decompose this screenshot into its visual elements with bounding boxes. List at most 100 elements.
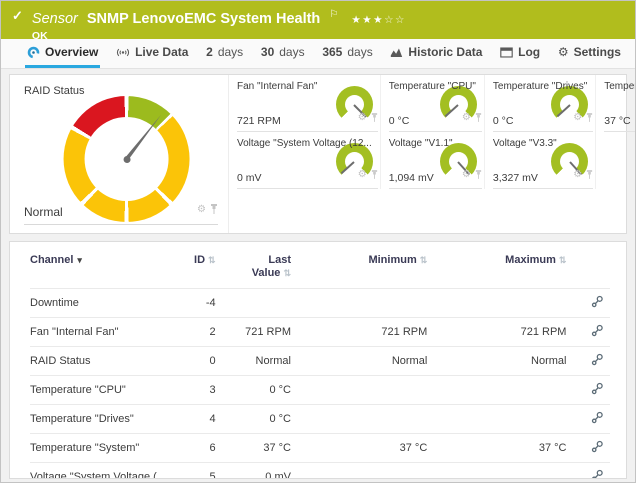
mini-gauge-value: 721 RPM — [237, 115, 281, 127]
tab-live-data[interactable]: Live Data — [114, 39, 190, 68]
maximum-cell — [427, 289, 566, 318]
mini-gauge-tile[interactable]: Fan "Internal Fan" 721 RPM ⚙ — [229, 75, 380, 132]
live-data-icon — [116, 47, 130, 58]
tab-overview[interactable]: Overview — [25, 39, 100, 68]
channel: Temperature "System" — [30, 434, 175, 463]
mini-gauge-title: Temperature "Drives" — [493, 81, 587, 92]
table-row[interactable]: Temperature "CPU"30 °C — [30, 376, 610, 405]
maximum-cell: 721 RPM — [427, 318, 566, 347]
channel: Temperature "Drives" — [30, 405, 175, 434]
gauge-settings-gear-icon[interactable]: ⚙ — [462, 113, 471, 123]
minimum-cell — [291, 463, 427, 480]
channels-table-panel: Channel▾ ID⇅ Last Value⇅ Minimum⇅ Maximu… — [9, 241, 627, 479]
table-row[interactable]: Downtime-4 — [30, 289, 610, 318]
mini-gauge-tile[interactable]: Voltage "System Voltage (12... 0 mV ⚙ — [229, 132, 380, 189]
raid-status-gauge-tile[interactable]: RAID Status Normal ⚙ — [10, 75, 229, 233]
column-header-channel[interactable]: Channel▾ — [30, 242, 175, 289]
table-row[interactable]: Temperature "Drives"40 °C — [30, 405, 610, 434]
tab-label: Settings — [574, 45, 621, 59]
last-value-cell: 37 °C — [216, 434, 291, 463]
gauge-settings-gear-icon[interactable]: ⚙ — [573, 170, 582, 180]
id-cell: 6 — [175, 434, 216, 463]
channel-settings-icon[interactable] — [566, 318, 610, 347]
column-header-minimum[interactable]: Minimum⇅ — [291, 242, 427, 289]
tab-label: Overview — [45, 45, 98, 59]
id-cell: 0 — [175, 347, 216, 376]
priority-stars[interactable]: ★★★☆☆ — [351, 14, 406, 26]
mini-gauge-value: 0 °C — [389, 115, 410, 127]
minimum-cell — [291, 376, 427, 405]
gauge-settings-gear-icon[interactable]: ⚙ — [197, 205, 206, 215]
tab-label: days — [347, 45, 372, 59]
mini-gauge-title: Fan "Internal Fan" — [237, 81, 372, 92]
channels-table: Channel▾ ID⇅ Last Value⇅ Minimum⇅ Maximu… — [30, 242, 610, 479]
tab-settings[interactable]: ⚙ Settings — [556, 39, 623, 68]
mini-gauge-value: 3,327 mV — [493, 172, 538, 184]
tab-label: Historic Data — [408, 45, 482, 59]
table-row[interactable]: RAID Status0NormalNormalNormal — [30, 347, 610, 376]
gauge-settings-gear-icon[interactable]: ⚙ — [462, 170, 471, 180]
settings-gear-icon: ⚙ — [558, 46, 569, 58]
maximum-cell — [427, 405, 566, 434]
table-row[interactable]: Voltage "System Voltage (...50 mV — [30, 463, 610, 480]
minimum-cell — [291, 405, 427, 434]
channel-settings-icon[interactable] — [566, 405, 610, 434]
maximum-cell: Normal — [427, 347, 566, 376]
tab-2-days[interactable]: 2 days — [204, 39, 245, 68]
tab-label: Log — [518, 45, 540, 59]
status-check-icon: ✓ — [12, 8, 23, 39]
mini-gauge-title: Voltage "System Voltage (12... — [237, 138, 372, 149]
mini-gauge-value: 0 mV — [237, 172, 262, 184]
channel-settings-icon[interactable] — [566, 376, 610, 405]
table-row[interactable]: Fan "Internal Fan"2721 RPM721 RPM721 RPM — [30, 318, 610, 347]
sensor-overview-page: ✓ Sensor SNMP LenovoEMC System Health ⚐ … — [0, 0, 636, 483]
mini-gauge-title: Voltage "V3.3" — [493, 138, 587, 149]
mini-gauge-tile[interactable]: Temperature "Drives" 0 °C ⚙ — [484, 75, 595, 132]
page-title: SNMP LenovoEMC System Health — [87, 11, 320, 27]
gauge-settings-gear-icon[interactable]: ⚙ — [573, 113, 582, 123]
raid-gauge-hub — [123, 156, 130, 163]
gauge-pin-icon[interactable] — [586, 109, 593, 127]
id-cell: 2 — [175, 318, 216, 347]
gauge-pin-icon[interactable] — [210, 201, 218, 219]
mini-gauge-tile[interactable]: Temperature "System" 37 °C ⚙ — [595, 75, 636, 132]
tab-historic-data[interactable]: Historic Data — [388, 39, 484, 68]
minimum-cell — [291, 289, 427, 318]
gauge-settings-gear-icon[interactable]: ⚙ — [358, 113, 367, 123]
channel-settings-icon[interactable] — [566, 289, 610, 318]
column-header-maximum[interactable]: Maximum⇅ — [427, 242, 566, 289]
tab-log[interactable]: Log — [498, 39, 542, 68]
gauge-pin-icon[interactable] — [586, 166, 593, 184]
column-header-last-value[interactable]: Last Value⇅ — [216, 242, 291, 289]
mini-gauge-tile[interactable]: Voltage "V3.3" 3,327 mV ⚙ — [484, 132, 595, 189]
mini-gauge-value: 37 °C — [604, 115, 630, 127]
id-cell: 5 — [175, 463, 216, 480]
channel-settings-icon[interactable] — [566, 347, 610, 376]
gauge-pin-icon[interactable] — [475, 109, 482, 127]
mini-gauge-tile[interactable]: Voltage "V1.1" 1,094 mV ⚙ — [380, 132, 484, 189]
id-cell: 3 — [175, 376, 216, 405]
last-value-cell: 0 °C — [216, 405, 291, 434]
mini-gauge-tile[interactable]: Temperature "CPU" 0 °C ⚙ — [380, 75, 484, 132]
last-value-cell: 0 °C — [216, 376, 291, 405]
channel: Temperature "CPU" — [30, 376, 175, 405]
flag-icon[interactable]: ⚐ — [329, 9, 338, 20]
mini-gauge-value: 0 °C — [493, 115, 514, 127]
column-header-id[interactable]: ID⇅ — [175, 242, 216, 289]
gauge-pin-icon[interactable] — [371, 166, 378, 184]
channel-settings-icon[interactable] — [566, 463, 610, 480]
mini-gauge-grid: Fan "Internal Fan" 721 RPM ⚙ Temperature… — [229, 75, 636, 233]
channel-settings-icon[interactable] — [566, 434, 610, 463]
gauge-pin-icon[interactable] — [475, 166, 482, 184]
channel: Fan "Internal Fan" — [30, 318, 175, 347]
tab-365-days[interactable]: 365 days — [320, 39, 374, 68]
id-cell: 4 — [175, 405, 216, 434]
channel: Voltage "System Voltage (... — [30, 463, 175, 480]
gauge-settings-gear-icon[interactable]: ⚙ — [358, 170, 367, 180]
gauge-pin-icon[interactable] — [371, 109, 378, 127]
mini-gauge-tile — [595, 132, 636, 189]
table-row[interactable]: Temperature "System"637 °C37 °C37 °C — [30, 434, 610, 463]
channel: Downtime — [30, 289, 175, 318]
tab-30-days[interactable]: 30 days — [259, 39, 307, 68]
sort-icon: ⇅ — [420, 255, 428, 265]
